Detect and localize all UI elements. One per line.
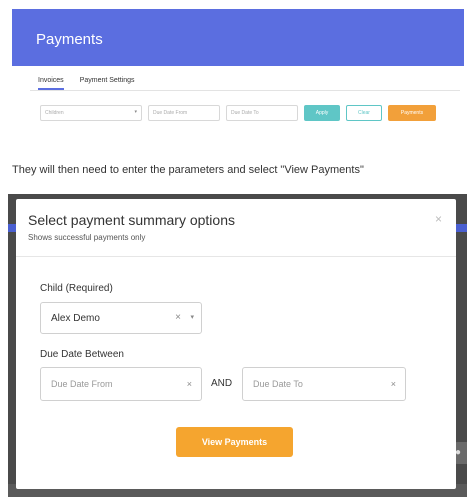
tab-bar: Invoices Payment Settings xyxy=(38,77,135,90)
due-date-to-input[interactable]: Due Date To xyxy=(226,105,298,121)
due-date-from-input[interactable]: Due Date From xyxy=(148,105,220,121)
and-label: AND xyxy=(211,378,233,389)
filter-bar: Children ▾ Due Date From Due Date To App… xyxy=(40,105,436,121)
clear-icon[interactable]: × xyxy=(175,312,181,323)
payments-button[interactable]: Payments xyxy=(388,105,436,121)
app-header: Payments xyxy=(12,9,464,66)
modal-divider xyxy=(16,256,456,257)
view-payments-button[interactable]: View Payments xyxy=(176,427,293,457)
due-date-to-placeholder: Due Date To xyxy=(253,379,303,389)
tabs-divider xyxy=(30,90,460,91)
children-select[interactable]: Children ▾ xyxy=(40,105,142,121)
chevron-down-icon: ▾ xyxy=(134,109,137,115)
apply-button[interactable]: Apply xyxy=(304,105,340,121)
children-select-placeholder: Children xyxy=(45,110,64,116)
modal-subtitle: Shows successful payments only xyxy=(28,233,146,242)
chevron-down-icon[interactable]: ▾ xyxy=(190,313,194,321)
page-title: Payments xyxy=(36,31,103,48)
clear-icon[interactable]: × xyxy=(391,379,396,389)
due-date-to-field[interactable]: Due Date To × xyxy=(242,367,406,401)
payments-app-screenshot: Payments Invoices Payment Settings Child… xyxy=(12,9,464,129)
due-date-label: Due Date Between xyxy=(40,349,124,360)
child-label: Child (Required) xyxy=(40,283,113,294)
close-icon[interactable]: × xyxy=(435,212,442,226)
modal-title: Select payment summary options xyxy=(28,212,235,228)
due-date-from-placeholder: Due Date From xyxy=(51,379,113,389)
clear-icon[interactable]: × xyxy=(187,379,192,389)
child-select-value: Alex Demo xyxy=(51,313,100,324)
clear-button[interactable]: Clear xyxy=(346,105,382,121)
due-date-from-field[interactable]: Due Date From × xyxy=(40,367,202,401)
payment-summary-modal: Select payment summary options Shows suc… xyxy=(16,199,456,489)
tab-payment-settings[interactable]: Payment Settings xyxy=(80,77,135,90)
child-select[interactable]: Alex Demo × ▾ xyxy=(40,302,202,334)
tab-invoices[interactable]: Invoices xyxy=(38,77,64,90)
instruction-caption: They will then need to enter the paramet… xyxy=(12,164,364,176)
